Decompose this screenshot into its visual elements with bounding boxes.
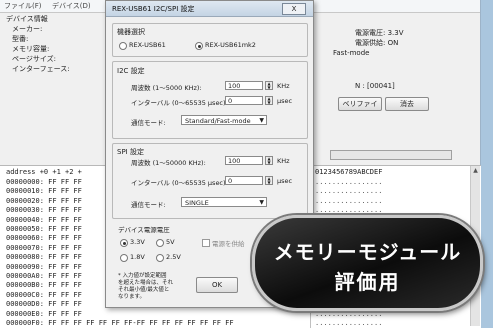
spi-interval-input[interactable]: 0 — [225, 176, 263, 185]
note-line: なります。 — [118, 294, 145, 300]
i2c-mode-value: Standard/Fast-mode — [185, 117, 251, 125]
hex-row[interactable]: 00000070: FF FF FF — [6, 244, 82, 252]
spi-interval-label: インターバル (0〜65535 μsec): — [131, 179, 228, 187]
progress-bar — [330, 150, 452, 160]
hex-row[interactable]: 000000E0: FF FF FF — [6, 310, 82, 318]
spi-mode-value: SINGLE — [185, 199, 209, 207]
ascii-header: 0123456789ABCDEF — [315, 168, 383, 176]
spi-freq-unit: KHz — [277, 157, 290, 165]
voltage-status: 電源電圧: 3.3V — [355, 29, 404, 37]
radio-rex-usb61[interactable] — [119, 42, 127, 50]
scroll-up-icon[interactable]: ▲ — [472, 167, 479, 175]
spi-interval-spinner[interactable]: ▲ ▼ — [265, 176, 273, 185]
radio-rex-usb61mk2[interactable] — [195, 42, 203, 50]
i2c-interval-label: インターバル (0〜65535 μsec): — [131, 99, 228, 107]
radio-5v[interactable] — [156, 239, 164, 247]
i2c-mode-label: 通信モード: — [131, 119, 166, 127]
spi-mode-label: 通信モード: — [131, 201, 166, 209]
status-info-panel: 電源電圧: 3.3V 電源供給: ON Fast-mode — [333, 28, 404, 58]
i2c-group-title: I2C 設定 — [117, 67, 145, 75]
note-line: を超えた場合は、それ — [118, 280, 174, 286]
power-group-title: デバイス電源電圧 — [118, 226, 170, 234]
ascii-row: ................ — [315, 206, 383, 215]
power-supply-label: 電源を供給 — [212, 240, 245, 248]
hex-row[interactable]: 00000050: FF FF FF — [6, 225, 82, 233]
radio-2v5[interactable] — [156, 254, 164, 262]
i2c-interval-spinner[interactable]: ▲ ▼ — [265, 96, 273, 105]
hex-row[interactable]: 000000F0: FF FF FF FF FF FF FF-FF FF FF … — [6, 319, 234, 327]
spi-settings-group: SPI 設定 周波数 (1〜50000 KHz): 100 ▲ ▼ KHz インタ… — [112, 143, 308, 219]
hex-row[interactable]: 00000060: FF FF FF — [6, 234, 82, 242]
device-info-panel: デバイス情報 メーカー: 型番: メモリ容量: ページサイズ: インターフェース… — [6, 14, 70, 74]
spi-group-title: SPI 設定 — [117, 148, 144, 156]
badge-line-1: メモリーモジュール — [273, 240, 462, 264]
dialog-title: REX-USB61 I2C/SPI 設定 — [112, 5, 195, 13]
radio-2v5-label: 2.5V — [166, 253, 181, 261]
power-supply-status: 電源供給: ON — [355, 39, 399, 47]
ascii-row: ................ — [315, 187, 383, 196]
spi-freq-spinner[interactable]: ▲ ▼ — [265, 156, 273, 165]
hex-row[interactable]: 00000080: FF FF FF — [6, 253, 82, 261]
i2c-freq-label: 周波数 (1〜5000 KHz): — [131, 84, 202, 92]
spi-freq-label: 周波数 (1〜50000 KHz): — [131, 159, 206, 167]
hex-row[interactable]: 000000B0: FF FF FF — [6, 281, 82, 289]
hex-row[interactable]: 000000C0: FF FF FF — [6, 291, 82, 299]
model-select-group: 機器選択 REX-USB61 REX-USB61mk2 — [112, 23, 308, 57]
radio-3v3-label: 3.3V — [130, 238, 145, 246]
i2c-interval-unit: μsec — [277, 97, 293, 105]
erase-button[interactable]: 消去 — [385, 97, 429, 111]
close-button[interactable]: X — [282, 3, 306, 15]
hex-row[interactable]: 000000A0: FF FF FF — [6, 272, 82, 280]
i2c-interval-input[interactable]: 0 — [225, 96, 263, 105]
i2c-freq-spinner[interactable]: ▲ ▼ — [265, 81, 273, 90]
verify-button[interactable]: ベリファイ — [338, 97, 382, 111]
radio-rex-usb61mk2-label: REX-USB61mk2 — [205, 41, 256, 49]
mode-status: Fast-mode — [333, 49, 370, 57]
chevron-down-icon: ▼ — [259, 117, 264, 124]
i2c-freq-input[interactable]: 100 — [225, 81, 263, 90]
spi-mode-select[interactable]: SINGLE ▼ — [181, 197, 267, 207]
power-supply-checkbox[interactable] — [202, 239, 210, 247]
menu-file[interactable]: ファイル(F) — [4, 1, 42, 11]
note-line: それ最小値/最大値と — [118, 287, 170, 293]
hex-row[interactable]: 000000D0: FF FF FF — [6, 300, 82, 308]
i2c-freq-unit: KHz — [277, 82, 290, 90]
address-n-label: N : [00041] — [355, 82, 395, 90]
device-interface-label: インターフェース: — [12, 65, 70, 73]
spi-interval-unit: μsec — [277, 177, 293, 185]
hex-row[interactable]: 00000040: FF FF FF — [6, 216, 82, 224]
radio-5v-label: 5V — [166, 238, 175, 246]
radio-1v8[interactable] — [120, 254, 128, 262]
radio-1v8-label: 1.8V — [130, 253, 145, 261]
device-memory-label: メモリ容量: — [12, 45, 50, 53]
device-maker-label: メーカー: — [12, 25, 43, 33]
device-page-size-label: ページサイズ: — [12, 55, 57, 63]
note-line: * 入力値が設定範囲 — [118, 273, 167, 279]
device-model-label: 型番: — [12, 35, 29, 43]
chevron-down-icon: ▼ — [259, 199, 264, 206]
ascii-row: ................ — [315, 196, 383, 205]
ok-button[interactable]: OK — [196, 277, 238, 293]
radio-3v3[interactable] — [120, 239, 128, 247]
promo-badge: メモリーモジュール 評価用 — [252, 215, 483, 311]
range-note: * 入力値が設定範囲 を超えた場合は、それ それ最小値/最大値と なります。 — [118, 273, 173, 301]
menu-device[interactable]: デバイス(D) — [52, 1, 91, 11]
dialog-titlebar[interactable]: REX-USB61 I2C/SPI 設定 X — [106, 1, 313, 17]
radio-rex-usb61-label: REX-USB61 — [129, 41, 166, 49]
badge-line-2: 評価用 — [334, 270, 401, 294]
hex-header: address +0 +1 +2 + — [6, 168, 82, 176]
hex-row[interactable]: 00000000: FF FF FF — [6, 178, 82, 186]
hex-row[interactable]: 00000020: FF FF FF — [6, 197, 82, 205]
hex-row[interactable]: 00000010: FF FF FF — [6, 187, 82, 195]
model-group-title: 機器選択 — [117, 28, 145, 36]
i2c-settings-group: I2C 設定 周波数 (1〜5000 KHz): 100 ▲ ▼ KHz インター… — [112, 61, 308, 139]
hex-row[interactable]: 00000090: FF FF FF — [6, 263, 82, 271]
ascii-row: ................ — [315, 319, 383, 327]
device-info-heading: デバイス情報 — [6, 15, 48, 23]
spi-freq-input[interactable]: 100 — [225, 156, 263, 165]
hex-row[interactable]: 00000030: FF FF FF — [6, 206, 82, 214]
ascii-row: ................ — [315, 178, 383, 186]
i2c-mode-select[interactable]: Standard/Fast-mode ▼ — [181, 115, 267, 125]
